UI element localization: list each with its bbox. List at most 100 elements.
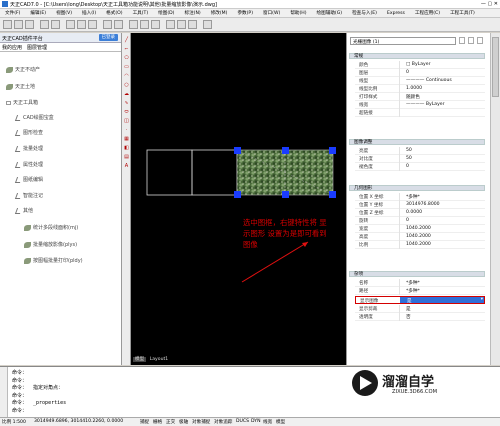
menu-draw[interactable]: 绘图(D) [153, 9, 179, 17]
hatch-tool-icon[interactable]: ▦ [123, 136, 130, 143]
tab-my-apps[interactable]: 我的应用 [2, 44, 22, 51]
save-icon[interactable] [25, 20, 34, 29]
ellipse-tool-icon[interactable]: ⬭ [123, 109, 130, 116]
cut-icon[interactable] [66, 20, 75, 29]
prop-row[interactable]: 对比度 50 [355, 155, 485, 163]
toggle-polar[interactable]: 极轴 [179, 419, 188, 425]
copy-icon[interactable] [77, 20, 86, 29]
prop-row[interactable]: 宽度 1040.2000 [355, 225, 485, 233]
grip-handle[interactable] [234, 191, 241, 198]
prop-row[interactable]: 位置 Y 坐标 3014976.8000 [355, 201, 485, 209]
redo-icon[interactable] [114, 20, 123, 29]
grip-handle[interactable] [282, 147, 289, 154]
object-type-dropdown[interactable]: 光栅图像 (1) [350, 37, 456, 45]
menu-modify[interactable]: 修改(M) [206, 9, 233, 17]
block-tool-icon[interactable]: ◫ [123, 118, 130, 125]
line-tool-icon[interactable]: ╱ [123, 37, 130, 44]
tab-layout1[interactable]: Layout1 [148, 357, 171, 362]
prop-row[interactable]: 旋转 0 [355, 217, 485, 225]
pan-icon[interactable] [129, 20, 138, 29]
menu-eng-tools[interactable]: 工程工具(T) [445, 9, 480, 17]
palette-item-cad-box[interactable]: CAD绘图宝盒 [14, 114, 54, 121]
prop-row[interactable]: 图层 0 [355, 69, 485, 77]
menu-view[interactable]: 视图(V) [51, 9, 77, 17]
window-controls[interactable]: — ▢ ✕ [481, 1, 498, 7]
palette-item-batch[interactable]: 批量处理 [14, 145, 43, 152]
toggle-otrack[interactable]: 对象追踪 [214, 419, 232, 425]
palette-item-batch-scale[interactable]: 批量缩放影像(plys) [24, 241, 77, 248]
tool-palette-icon[interactable] [188, 20, 197, 29]
help-icon[interactable] [203, 20, 212, 29]
spline-tool-icon[interactable]: ∿ [123, 100, 130, 107]
circle-tool-icon[interactable]: ○ [123, 82, 130, 89]
prop-row[interactable]: 位置 Z 坐标 0.0000 [355, 209, 485, 217]
prop-row[interactable]: 透明度否 [355, 313, 485, 321]
toggle-model[interactable]: 模型 [276, 419, 285, 425]
toggle-dyn[interactable]: DYN [251, 419, 261, 424]
chevron-down-icon[interactable]: ▾ [481, 297, 483, 302]
select-objects-icon[interactable] [468, 37, 474, 44]
menu-eng-app[interactable]: 工程应用(C) [410, 9, 445, 17]
section-geometry[interactable]: 几何图形 [349, 185, 485, 191]
tab-layer-mgmt[interactable]: 图层管理 [27, 44, 47, 51]
polyline-tool-icon[interactable]: ⌐ [123, 46, 130, 53]
command-grip[interactable] [0, 367, 8, 418]
prop-row[interactable]: 线型比例 1.0000 [355, 85, 485, 93]
print-icon[interactable] [40, 20, 49, 29]
design-center-icon[interactable] [177, 20, 186, 29]
palette-item-other[interactable]: 其他 [14, 207, 33, 214]
cloud-tool-icon[interactable]: ☁ [123, 91, 130, 98]
palette-item-attribute[interactable]: 属性处理 [14, 161, 43, 168]
palette-item-drawing-edit[interactable]: 图纸编辑 [14, 176, 43, 183]
scroll-thumb[interactable] [492, 37, 499, 97]
menu-window[interactable]: 窗口(W) [258, 9, 285, 17]
palette-item-budongchan[interactable]: 天正不动产 [6, 66, 40, 73]
tab-model[interactable]: 模型 [133, 357, 147, 362]
menu-check[interactable]: 检查与入(E) [347, 9, 382, 17]
grip-handle[interactable] [234, 147, 241, 154]
palette-item-area-stat[interactable]: 统计多段线面积(mj) [24, 224, 78, 231]
section-misc[interactable]: 杂项 [349, 271, 485, 277]
palette-item-tudi[interactable]: 天正土地 [6, 83, 35, 90]
rect-tool-icon[interactable]: ▭ [123, 64, 130, 71]
prop-row[interactable]: 名称 *多种* [355, 279, 485, 287]
prop-row-show-image[interactable]: 显示图像 是 ▾ [355, 296, 485, 304]
prop-row[interactable]: 褪色度 0 [355, 163, 485, 171]
prop-row[interactable]: 线宽 ———— ByLayer [355, 101, 485, 109]
region-tool-icon[interactable]: ◧ [123, 145, 130, 152]
palette-item-graphic-check[interactable]: 图形检查 [14, 129, 43, 136]
text-tool-icon[interactable]: A [123, 163, 130, 170]
side-scrollbar[interactable] [490, 33, 500, 365]
prop-row[interactable]: 路径 *多种* [355, 287, 485, 295]
zoom-icon[interactable] [140, 20, 149, 29]
section-general[interactable]: 常规 [349, 53, 485, 59]
palette-item-batch-print[interactable]: 按图幅批量打印(pldy) [24, 257, 83, 264]
section-image-adjust[interactable]: 图像调整 [349, 139, 485, 145]
toggle-grid[interactable]: 栅格 [153, 419, 162, 425]
properties-icon[interactable] [166, 20, 175, 29]
polygon-tool-icon[interactable]: ⬠ [123, 55, 130, 62]
quick-select-icon[interactable] [477, 37, 483, 44]
zoom-window-icon[interactable] [151, 20, 160, 29]
toggle-lineweight[interactable]: 线宽 [263, 419, 272, 425]
menu-tools[interactable]: 工具(T) [128, 9, 154, 17]
preview-icon[interactable] [51, 20, 60, 29]
prop-row[interactable]: 颜色 □ ByLayer [355, 61, 485, 69]
new-icon[interactable] [3, 20, 12, 29]
menu-help[interactable]: 帮助(H) [285, 9, 311, 17]
menu-insert[interactable]: 插入(I) [77, 9, 101, 17]
menu-express[interactable]: Express [382, 9, 410, 17]
grip-handle[interactable] [329, 191, 336, 198]
palette-item-toolbox[interactable]: 天正工具箱 [6, 99, 38, 106]
grip-handle[interactable] [282, 191, 289, 198]
grip-handle[interactable] [329, 147, 336, 154]
prop-row[interactable]: 位置 X 坐标 *多种* [355, 193, 485, 201]
paste-icon[interactable] [88, 20, 97, 29]
prop-row[interactable]: 比例 1040.2000 [355, 241, 485, 249]
toggle-ducs[interactable]: DUCS [236, 419, 249, 424]
table-tool-icon[interactable]: ▤ [123, 154, 130, 161]
open-icon[interactable] [14, 20, 23, 29]
menu-dimension[interactable]: 标注(N) [179, 9, 205, 17]
toggle-ortho[interactable]: 正交 [166, 419, 175, 425]
prop-row[interactable]: 超链接 [355, 109, 485, 117]
